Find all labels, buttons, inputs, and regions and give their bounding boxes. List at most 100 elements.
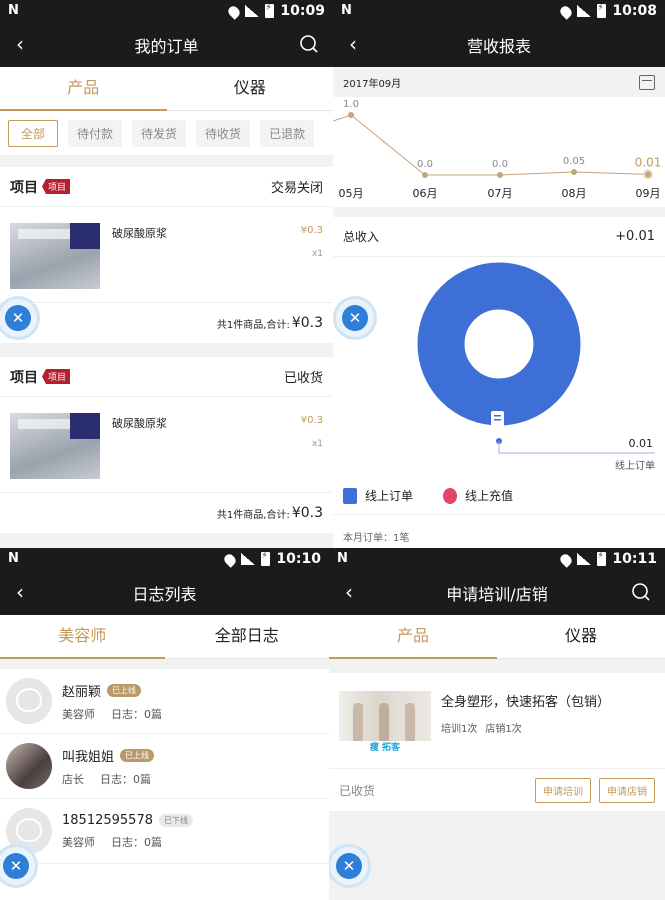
tab-instrument[interactable]: 仪器 — [167, 67, 334, 110]
order-status: 交易关闭 — [270, 181, 323, 196]
apply-sales-button[interactable]: 申请店销 — [599, 777, 655, 803]
total-income-row: 总收入 +0.01 — [333, 217, 665, 257]
back-icon[interactable]: ‹ — [16, 34, 24, 54]
chart-x-tick-label: 05月 — [339, 187, 364, 200]
list-item[interactable]: 18512595578 已下线 美容师 日志：0篇 — [0, 799, 329, 864]
donut-legend: 线上订单 线上充值 — [333, 477, 665, 515]
list-item[interactable]: 叫我姐姐 已上线 店长 日志：0篇 — [0, 734, 329, 799]
course-card[interactable]: 瘦 拓客 全身塑形，快速拓客（包销） 培训1次 店销1次 已收货 申请培训 申请店… — [329, 673, 665, 811]
order-total: ¥0.3 — [291, 505, 323, 521]
order-card[interactable]: 项目 项目 已收货 破尿酸原浆 ¥0.3 x1 共1件商品,合计: ¥0.3 — [0, 357, 333, 533]
list-item[interactable]: 赵丽颖 已上线 美容师 日志：0篇 — [0, 669, 329, 734]
nav-bar: ‹ 我的订单 — [0, 22, 333, 67]
course-title: 全身塑形，快速拓客（包销） — [441, 695, 611, 710]
staff-role: 店长 — [62, 772, 84, 786]
status-badge: 已上线 — [107, 683, 142, 697]
search-icon[interactable] — [299, 34, 319, 54]
total-income-label: 总收入 — [343, 230, 380, 244]
tab-all-logs[interactable]: 全部日志 — [165, 615, 330, 658]
floating-assistant-button[interactable]: ✕ — [333, 296, 377, 340]
status-badge: 已上线 — [120, 748, 155, 762]
nav-bar: ‹ 日志列表 — [0, 570, 329, 615]
chart-value-label: 0.0 — [492, 159, 508, 170]
assistant-icon: ✕ — [342, 305, 368, 331]
floating-assistant-button[interactable]: ✕ — [0, 844, 38, 888]
month-selector[interactable]: 2017年09月 — [333, 67, 665, 97]
status-bar: N 10:08 — [333, 0, 665, 22]
chart-x-tick-label: 09月 — [636, 187, 661, 200]
product-price: ¥0.3 — [300, 225, 323, 236]
chart-point — [497, 172, 503, 178]
back-icon[interactable]: ‹ — [345, 582, 353, 602]
donut-category-label: 线上订单 — [615, 461, 655, 472]
location-icon — [558, 551, 575, 568]
revenue-report-screen: N 10:08 ‹ 营收报表 2017年09月 1.0 05月 0.0 06月 0.0 0… — [333, 0, 665, 548]
filter-pending-shipment[interactable]: 待发货 — [132, 119, 187, 147]
training-count: 培训1次 — [441, 724, 478, 735]
apply-training-button[interactable]: 申请培训 — [535, 777, 591, 803]
tab-product[interactable]: 产品 — [329, 615, 497, 659]
donut-chart: 0.01 线上订单 — [333, 257, 665, 477]
product-qty: x1 — [311, 249, 323, 259]
location-icon — [226, 3, 243, 20]
order-status: 已收货 — [283, 371, 323, 386]
notification-icon: N — [8, 3, 19, 18]
status-bar: N 10:10 — [0, 548, 329, 570]
page-title: 营收报表 — [466, 36, 531, 56]
chart-value-label: 0.0 — [417, 159, 433, 170]
clock: 10:09 — [280, 3, 325, 19]
total-income-value: +0.01 — [615, 229, 655, 244]
chart-point — [571, 169, 577, 175]
nav-bar: ‹ 申请培训/店销 — [329, 570, 665, 615]
log-count: 日志：0篇 — [111, 835, 162, 849]
signal-icon — [245, 5, 260, 17]
legend-online-order: 线上订单 — [343, 487, 413, 504]
back-icon[interactable]: ‹ — [16, 582, 24, 602]
battery-icon — [265, 3, 275, 18]
chart-x-tick-label: 08月 — [562, 187, 587, 200]
order-card[interactable]: 项目 项目 交易关闭 破尿酸原浆 ¥0.3 x1 共1件商品,合计: ¥0.3 — [0, 167, 333, 343]
order-total: ¥0.3 — [291, 315, 323, 331]
order-type: 项目 — [10, 179, 38, 196]
line-chart-svg: 1.0 05月 0.0 06月 0.0 07月 0.05 08月 0.01 09月 — [333, 99, 661, 200]
status-bar: N 10:11 — [329, 548, 665, 570]
clock: 10:08 — [612, 3, 657, 19]
order-summary: 共1件商品,合计: — [216, 509, 290, 521]
product-name: 破尿酸原浆 — [112, 417, 167, 430]
notification-icon: N — [8, 551, 19, 566]
tab-instrument[interactable]: 仪器 — [497, 615, 665, 658]
signal-icon — [577, 553, 592, 565]
floating-assistant-button[interactable]: ✕ — [329, 844, 371, 888]
monthly-orders-row: 本月订单：1笔 — [343, 533, 410, 544]
clipboard-icon — [491, 411, 504, 426]
filter-refunded[interactable]: 已退款 — [260, 119, 315, 147]
legend-label: 线上订单 — [365, 489, 414, 503]
order-tag: 项目 — [42, 369, 71, 384]
calendar-icon[interactable] — [639, 74, 655, 90]
donut-svg — [417, 262, 655, 454]
filter-pending-receipt[interactable]: 待收货 — [196, 119, 251, 147]
log-count: 日志：0篇 — [100, 772, 151, 786]
order-summary: 共1件商品,合计: — [216, 319, 290, 331]
chart-point — [643, 169, 653, 180]
filter-all[interactable]: 全部 — [8, 119, 59, 147]
order-type: 项目 — [10, 369, 38, 386]
order-tabs: 产品 仪器 — [0, 67, 333, 111]
filter-pending-payment[interactable]: 待付款 — [68, 119, 123, 147]
page-title: 日志列表 — [132, 584, 197, 604]
apply-tabs: 产品 仪器 — [329, 615, 665, 659]
back-icon[interactable]: ‹ — [349, 34, 357, 54]
staff-name: 18512595578 — [62, 812, 153, 828]
sales-count: 店销1次 — [485, 724, 522, 735]
tab-beautician[interactable]: 美容师 — [0, 615, 165, 659]
tab-product[interactable]: 产品 — [0, 67, 167, 111]
legend-label: 线上充值 — [465, 489, 514, 503]
search-icon[interactable] — [631, 582, 651, 602]
product-price: ¥0.3 — [300, 415, 323, 426]
chart-value-label: 1.0 — [343, 99, 359, 110]
log-count: 日志：0篇 — [111, 707, 162, 721]
assistant-icon: ✕ — [336, 853, 362, 879]
clock: 10:11 — [612, 551, 657, 567]
staff-role: 美容师 — [62, 835, 95, 849]
avatar — [6, 743, 52, 789]
